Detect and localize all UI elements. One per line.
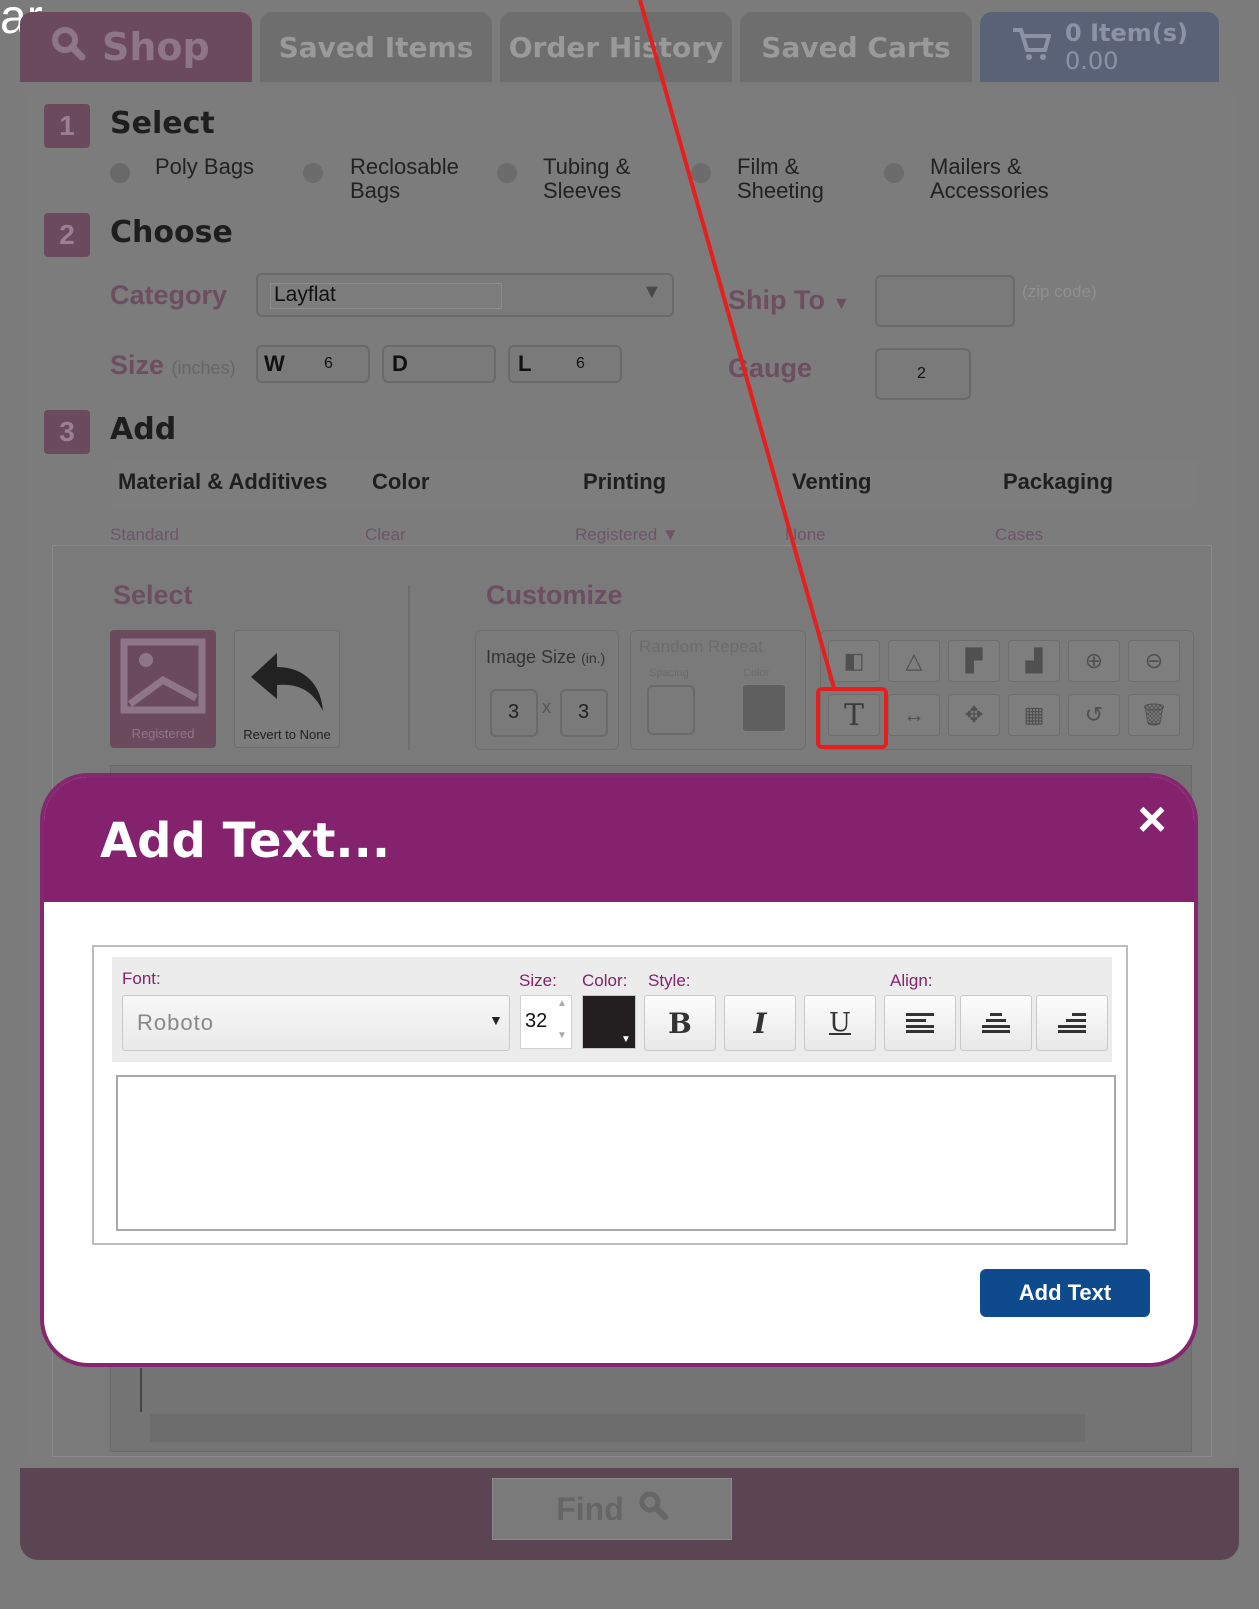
underline-button[interactable]: U — [804, 995, 876, 1051]
font-size-value: 32 — [525, 1010, 548, 1032]
font-size-stepper[interactable]: 32 ▲ ▼ — [520, 995, 572, 1049]
align-label: Align: — [890, 971, 933, 990]
add-text-button[interactable]: Add Text — [980, 1269, 1150, 1317]
align-right-icon — [1058, 1013, 1086, 1033]
bold-button[interactable]: B — [644, 995, 716, 1051]
bold-icon: B — [668, 1006, 692, 1040]
text-input-area[interactable] — [116, 1075, 1116, 1231]
chevron-down-icon: ▼ — [621, 1034, 631, 1045]
dialog-title: Add Text... — [100, 813, 391, 869]
font-select[interactable]: Roboto ▼ — [122, 995, 510, 1051]
size-label: Size: — [519, 971, 557, 990]
color-label: Color: — [582, 971, 628, 990]
stepper-up-icon[interactable]: ▲ — [557, 998, 567, 1009]
underline-icon: U — [829, 1008, 851, 1038]
font-value: Roboto — [137, 1010, 214, 1035]
text-options-bar: Font: Roboto ▼ Size: 32 ▲ ▼ Color: ▼ Sty… — [112, 957, 1112, 1062]
font-label: Font: — [122, 969, 161, 988]
close-icon[interactable]: × — [1130, 794, 1174, 844]
text-options-panel: Font: Roboto ▼ Size: 32 ▲ ▼ Color: ▼ Sty… — [92, 945, 1128, 1245]
align-left-button[interactable] — [884, 995, 956, 1051]
style-label: Style: — [648, 971, 691, 990]
chevron-down-icon: ▼ — [489, 1012, 503, 1028]
stepper-down-icon[interactable]: ▼ — [557, 1030, 567, 1041]
align-right-button[interactable] — [1036, 995, 1108, 1051]
text-color-picker[interactable]: ▼ — [582, 995, 636, 1049]
italic-icon: I — [753, 1006, 767, 1040]
annotation-highlight — [816, 687, 888, 749]
add-text-dialog: Add Text... × Font: Roboto ▼ Size: 32 ▲ … — [40, 773, 1198, 1367]
align-center-icon — [982, 1013, 1010, 1033]
italic-button[interactable]: I — [724, 995, 796, 1051]
align-left-icon — [906, 1013, 934, 1033]
align-center-button[interactable] — [960, 995, 1032, 1051]
